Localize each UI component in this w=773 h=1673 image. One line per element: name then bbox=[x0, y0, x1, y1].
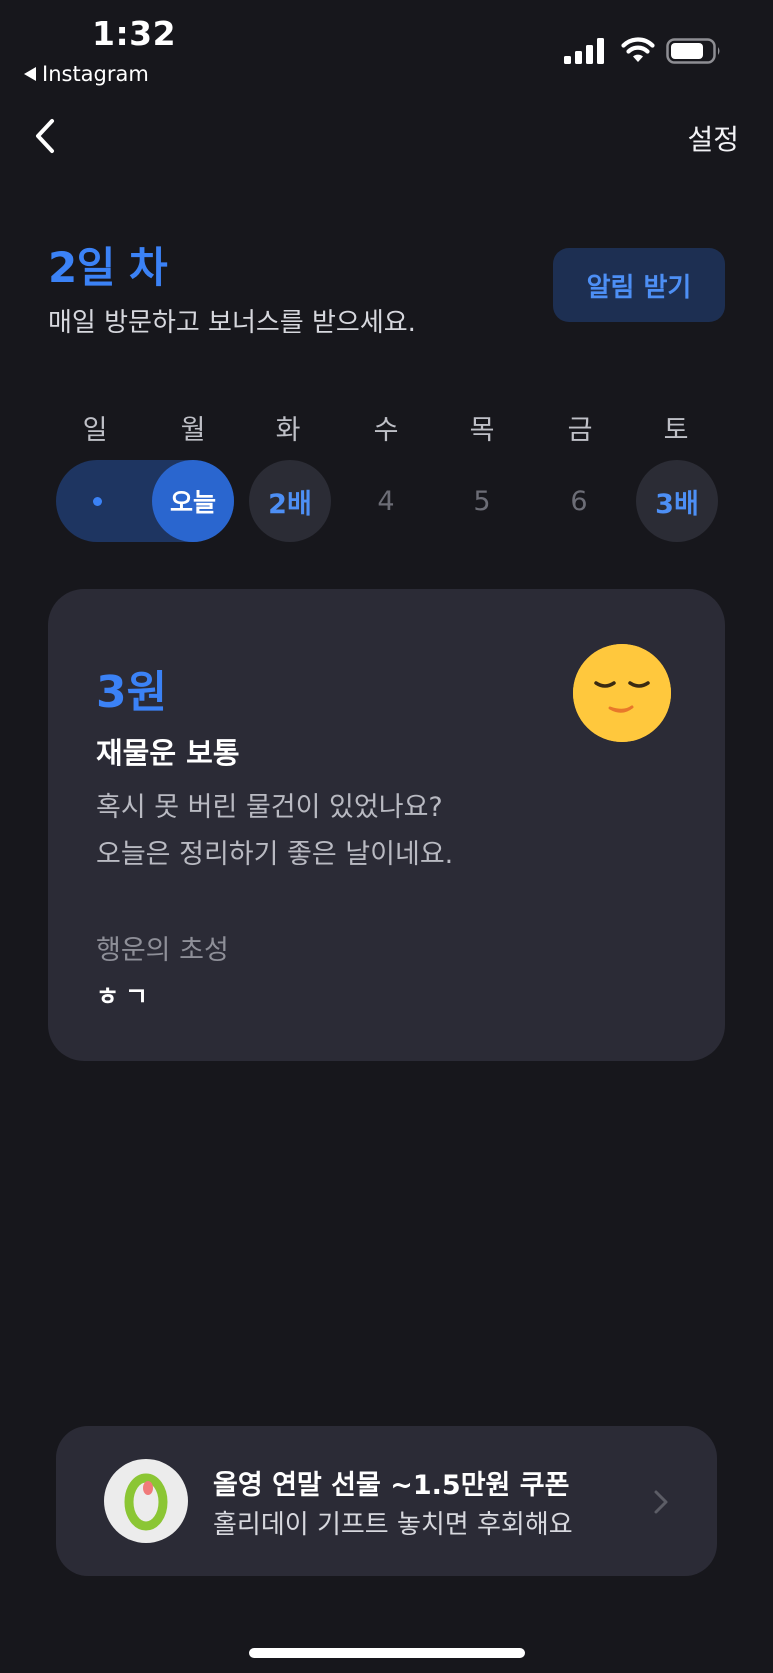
bonus-day-tue: 2배 bbox=[249, 460, 331, 542]
weekday-tue: 화 bbox=[275, 415, 301, 446]
completed-day-dot bbox=[93, 497, 102, 506]
status-time: 1:32 bbox=[92, 14, 177, 53]
home-indicator[interactable] bbox=[249, 1648, 525, 1658]
promo-title: 올영 연말 선물 ~1.5만원 쿠폰 bbox=[213, 1470, 570, 1501]
day-thu: 5 bbox=[473, 485, 491, 517]
settings-button[interactable]: 설정 bbox=[687, 118, 739, 158]
fortune-title: 재물운 보통 bbox=[96, 736, 240, 770]
weekday-thu: 목 bbox=[469, 415, 495, 446]
lucky-initials-label: 행운의 초성 bbox=[96, 935, 229, 966]
day-fri: 6 bbox=[570, 485, 588, 517]
weekday-wed: 수 bbox=[373, 415, 399, 446]
back-to-app-link[interactable]: Instagram bbox=[24, 62, 149, 86]
promo-subtitle: 홀리데이 기프트 놓치면 후회해요 bbox=[213, 1510, 573, 1540]
relieved-face-icon bbox=[573, 644, 671, 742]
day-count-title: 2일 차 bbox=[48, 243, 168, 292]
day-wed: 4 bbox=[377, 485, 395, 517]
lucky-initials-value: ㅎㄱ bbox=[96, 982, 155, 1011]
back-app-label: Instagram bbox=[42, 62, 149, 86]
weekday-fri: 금 bbox=[567, 415, 593, 446]
oliveyoung-logo-mark bbox=[124, 1473, 168, 1531]
back-triangle-icon bbox=[24, 67, 36, 81]
reward-amount: 3원 bbox=[96, 667, 168, 718]
fortune-message-line1: 혹시 못 버린 물건이 있었나요? bbox=[96, 792, 443, 823]
notification-button[interactable]: 알림 받기 bbox=[553, 248, 725, 322]
day-subtitle: 매일 방문하고 보너스를 받으세요. bbox=[48, 308, 416, 338]
wifi-icon bbox=[621, 37, 655, 62]
today-marker: 오늘 bbox=[152, 460, 234, 542]
weekday-mon: 월 bbox=[180, 415, 206, 446]
weekday-sun: 일 bbox=[82, 415, 108, 446]
chevron-right-icon bbox=[654, 1490, 668, 1514]
cellular-signal-icon bbox=[564, 38, 604, 64]
oliveyoung-logo-icon bbox=[104, 1459, 188, 1543]
weekday-sat: 토 bbox=[663, 415, 689, 446]
bonus-day-sat: 3배 bbox=[636, 460, 718, 542]
battery-icon bbox=[666, 38, 720, 64]
back-button[interactable] bbox=[30, 116, 60, 156]
fortune-message-line2: 오늘은 정리하기 좋은 날이네요. bbox=[96, 839, 454, 870]
